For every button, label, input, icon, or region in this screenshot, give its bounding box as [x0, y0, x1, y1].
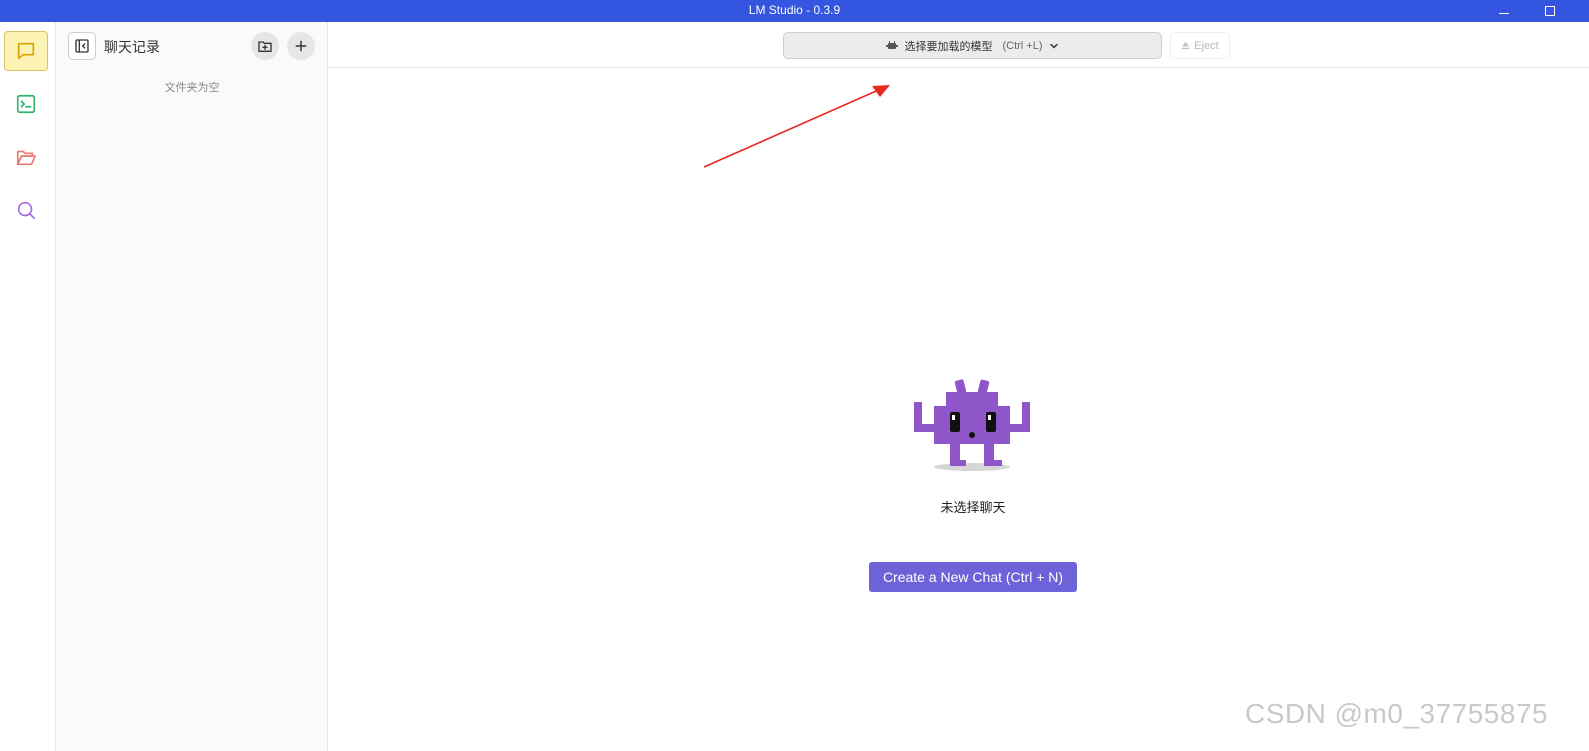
rail-item-models[interactable]	[4, 137, 48, 177]
collapse-sidebar-button[interactable]	[68, 32, 96, 60]
new-folder-button[interactable]	[251, 32, 279, 60]
folder-empty-text: 文件夹为空	[164, 82, 220, 94]
no-chat-selected-text: 未选择聊天	[940, 500, 1006, 515]
rail-item-developer[interactable]	[4, 84, 48, 124]
eject-button[interactable]: Eject	[1170, 32, 1230, 59]
robot-mascot-illustration	[914, 379, 1030, 471]
eject-label: Eject	[1194, 39, 1219, 52]
folder-open-icon	[16, 150, 36, 166]
plus-icon	[295, 40, 307, 52]
main-panel: 选择要加载的模型 (Ctrl +L) Eject 未选择聊天 Create a …	[328, 22, 1589, 751]
maximize-icon	[1545, 6, 1555, 16]
model-select-label: 选择要加载的模型	[904, 40, 993, 53]
folder-plus-icon	[258, 41, 272, 52]
minimize-button[interactable]	[1490, 1, 1518, 21]
annotation-arrow	[703, 85, 890, 168]
chat-sidebar: 聊天记录 文件夹为空	[56, 22, 328, 751]
model-select-shortcut: (Ctrl +L)	[1002, 39, 1043, 52]
sidebar-collapse-icon	[75, 39, 89, 53]
rail-item-search[interactable]	[4, 190, 48, 230]
window-title: LM Studio - 0.3.9	[748, 3, 841, 17]
sidebar-title: 聊天记录	[104, 39, 160, 55]
navigation-rail	[0, 22, 56, 751]
model-select-dropdown[interactable]: 选择要加载的模型 (Ctrl +L)	[783, 32, 1162, 59]
terminal-icon	[16, 94, 36, 114]
eject-icon	[1182, 41, 1190, 50]
minimize-icon	[1499, 12, 1509, 14]
create-new-chat-button[interactable]: Create a New Chat (Ctrl + N)	[869, 562, 1077, 592]
model-toolbar: 选择要加载的模型 (Ctrl +L) Eject	[328, 22, 1589, 68]
chat-bubble-icon	[17, 42, 35, 60]
watermark: CSDN @m0_37755875	[1245, 698, 1549, 729]
model-chip-icon	[886, 40, 899, 49]
maximize-button[interactable]	[1536, 1, 1564, 21]
chevron-down-icon	[1049, 43, 1058, 49]
new-chat-button[interactable]	[287, 32, 315, 60]
title-bar: LM Studio - 0.3.9	[0, 0, 1589, 22]
rail-item-chat[interactable]	[4, 31, 48, 71]
search-icon	[17, 201, 36, 220]
